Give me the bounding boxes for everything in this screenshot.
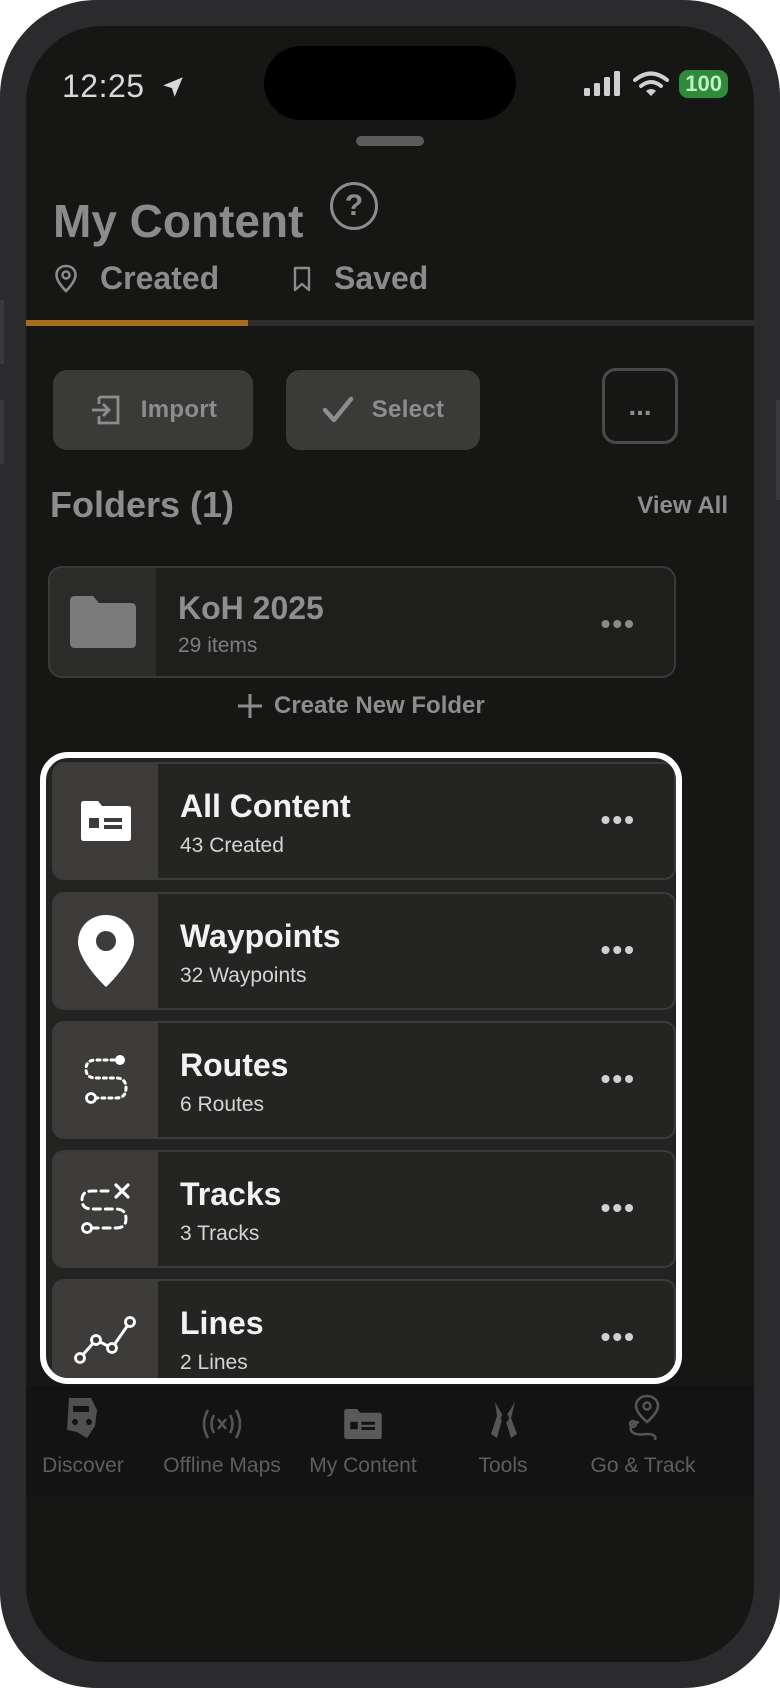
- status-icons: 100: [583, 70, 728, 98]
- jeep-icon: [67, 1398, 97, 1438]
- tab-saved[interactable]: Saved: [292, 260, 428, 297]
- content-item-tracks[interactable]: Tracks 3 Tracks •••: [52, 1150, 676, 1268]
- phone-frame: 12:25 100 My Content ? Created Saved Imp…: [0, 0, 780, 1688]
- content-icon-cell: [54, 1281, 158, 1378]
- track-icon: [80, 1183, 130, 1234]
- content-item-title: All Content: [180, 788, 351, 824]
- more-dots-icon[interactable]: •••: [601, 1063, 636, 1095]
- nav-label: Go & Track: [590, 1454, 696, 1477]
- folder-icon: [70, 596, 136, 648]
- import-icon: [91, 395, 120, 425]
- dynamic-island: [264, 46, 516, 120]
- tab-active-indicator: [26, 320, 248, 326]
- content-item-title: Waypoints: [180, 918, 341, 954]
- content-list-highlight: All Content 43 Created ••• Waypoints 32 …: [40, 752, 682, 1384]
- nav-label: Offline Maps: [163, 1454, 281, 1477]
- nav-item-go-track[interactable]: Go & Track: [573, 1386, 713, 1478]
- folder-count: 29 items: [178, 634, 258, 657]
- more-dots-icon[interactable]: •••: [601, 934, 636, 966]
- select-label: Select: [371, 396, 445, 423]
- offline-signal-icon: [202, 1409, 242, 1439]
- more-dots-icon[interactable]: •••: [601, 1321, 636, 1353]
- content-item-subtitle: 43 Created: [180, 834, 284, 857]
- content-item-subtitle: 32 Waypoints: [180, 964, 307, 987]
- tab-saved-label: Saved: [334, 260, 429, 296]
- sheet-grabber[interactable]: [356, 136, 424, 146]
- more-options-label: ...: [628, 390, 652, 421]
- tab-created[interactable]: Created: [54, 260, 219, 297]
- content-icon-cell: [54, 764, 158, 878]
- folder-more-icon[interactable]: •••: [601, 608, 636, 640]
- more-dots-icon[interactable]: •••: [601, 804, 636, 836]
- nav-label: Discover: [42, 1454, 124, 1477]
- content-item-all[interactable]: All Content 43 Created •••: [52, 762, 676, 880]
- content-item-waypoints[interactable]: Waypoints 32 Waypoints •••: [52, 892, 676, 1010]
- nav-item-tools[interactable]: Tools: [433, 1386, 573, 1478]
- nav-item-offline-maps[interactable]: Offline Maps: [152, 1386, 292, 1478]
- folder-icon-cell: [50, 568, 156, 676]
- status-time: 12:25: [62, 68, 186, 105]
- nav-item-my-content[interactable]: My Content: [293, 1386, 433, 1478]
- content-item-subtitle: 6 Routes: [180, 1093, 265, 1116]
- content-item-routes[interactable]: Routes 6 Routes •••: [52, 1021, 676, 1139]
- nav-label: My Content: [309, 1454, 417, 1477]
- content-item-title: Tracks: [180, 1176, 282, 1212]
- folder-card[interactable]: KoH 2025 29 items •••: [48, 566, 676, 678]
- create-folder-button[interactable]: Create New Folder: [236, 692, 485, 720]
- phone-side-button: [0, 300, 4, 364]
- content-icon-cell: [54, 894, 158, 1008]
- bottom-nav: Discover Offline Maps My Content Tools G…: [26, 1386, 754, 1496]
- map-pin-icon: [55, 264, 77, 293]
- route-icon: [84, 1055, 128, 1104]
- select-button[interactable]: Select: [286, 370, 480, 450]
- more-dots-icon[interactable]: •••: [601, 1192, 636, 1224]
- content-icon-cell: [54, 1152, 158, 1266]
- content-item-lines[interactable]: Lines 2 Lines •••: [52, 1279, 676, 1378]
- more-options-button[interactable]: ...: [602, 368, 678, 444]
- location-arrow-icon: [163, 77, 183, 97]
- go-track-icon: [628, 1394, 660, 1441]
- page-title: My Content: [53, 195, 304, 247]
- bookmark-icon: [293, 266, 311, 291]
- view-all-link[interactable]: View All: [637, 492, 728, 520]
- nav-label: Tools: [478, 1454, 528, 1477]
- cellular-signal-icon: [584, 71, 621, 96]
- content-item-subtitle: 3 Tracks: [180, 1222, 260, 1245]
- plus-icon: [238, 694, 262, 718]
- map-pin-icon: [78, 915, 134, 987]
- status-time-text: 12:25: [62, 68, 145, 104]
- checkmark-icon: [322, 396, 353, 423]
- battery-indicator: 100: [679, 70, 728, 98]
- help-icon[interactable]: ?: [330, 182, 378, 230]
- create-folder-label: Create New Folder: [274, 692, 485, 719]
- nav-item-discover[interactable]: Discover: [26, 1386, 153, 1478]
- content-item-subtitle: 2 Lines: [180, 1351, 248, 1374]
- content-card-icon: [81, 801, 131, 841]
- import-button[interactable]: Import: [53, 370, 253, 450]
- app-screen: 12:25 100 My Content ? Created Saved Imp…: [26, 26, 754, 1662]
- import-label: Import: [140, 396, 218, 423]
- phone-power-button: [776, 400, 780, 500]
- folder-name: KoH 2025: [178, 590, 324, 626]
- content-item-title: Lines: [180, 1305, 264, 1341]
- folders-title: Folders (1): [50, 484, 235, 525]
- phone-side-button: [0, 400, 4, 464]
- content-item-title: Routes: [180, 1047, 289, 1083]
- tab-created-label: Created: [100, 260, 220, 296]
- content-icon-cell: [54, 1023, 158, 1137]
- content-card-icon: [344, 1409, 382, 1439]
- line-icon: [74, 1316, 136, 1364]
- tools-icon: [491, 1402, 517, 1438]
- wifi-icon: [633, 71, 670, 96]
